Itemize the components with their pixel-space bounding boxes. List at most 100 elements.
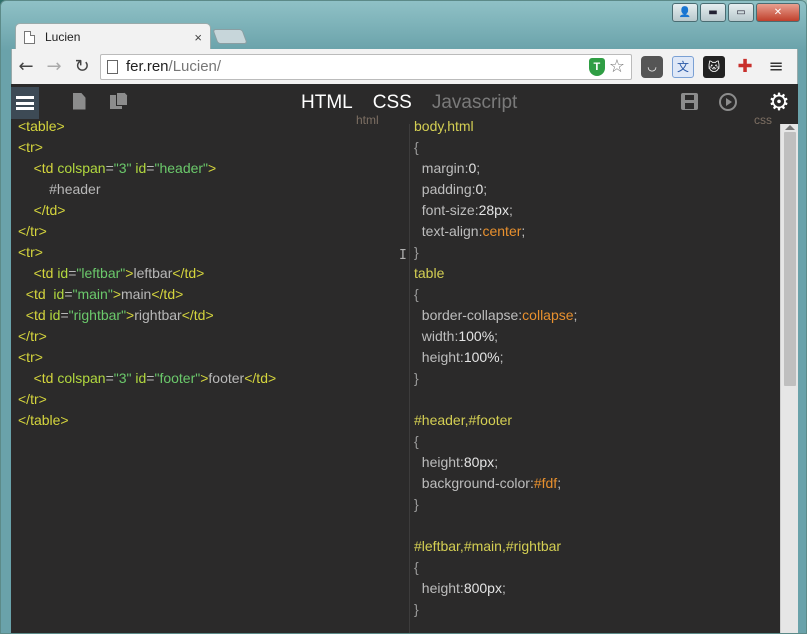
new-file-icon[interactable] bbox=[71, 92, 87, 110]
code-token: border-collapse: bbox=[414, 307, 523, 323]
minimize-button[interactable]: ▬ bbox=[700, 3, 726, 22]
window-controls: 👤 ▬ ▭ ✕ bbox=[672, 3, 800, 22]
code-token: <tr> bbox=[18, 349, 43, 365]
code-token: #leftbar,#main,#rightbar bbox=[414, 538, 562, 554]
code-editor-app: HTML CSS Javascript ⚙ html css <table> <t… bbox=[11, 84, 798, 633]
code-token: leftbar bbox=[133, 265, 173, 281]
code-token: </td> bbox=[151, 286, 184, 302]
code-token: <tr> bbox=[18, 139, 43, 155]
run-icon[interactable] bbox=[719, 93, 737, 111]
puzzle-extension-icon[interactable]: ✚ bbox=[734, 56, 756, 78]
code-line: } bbox=[414, 599, 779, 620]
code-token: </td> bbox=[244, 370, 277, 386]
menu-toggle-button[interactable] bbox=[11, 87, 39, 119]
code-line: { bbox=[414, 137, 779, 158]
code-token: width: bbox=[414, 328, 459, 344]
code-token: ; bbox=[557, 475, 562, 491]
code-line: body,html bbox=[414, 116, 779, 137]
code-token: = bbox=[60, 307, 69, 323]
css-scrollbar[interactable] bbox=[780, 124, 798, 633]
code-token: id bbox=[135, 160, 147, 176]
code-line: </td> bbox=[18, 200, 408, 221]
code-line: table bbox=[414, 263, 779, 284]
code-line: <table> bbox=[18, 116, 408, 137]
code-token: text-align: bbox=[414, 223, 483, 239]
save-icon[interactable] bbox=[680, 93, 698, 110]
code-token: </table> bbox=[18, 412, 69, 428]
code-token: = bbox=[105, 370, 114, 386]
code-line: { bbox=[414, 431, 779, 452]
css-code-editor[interactable]: body,html { margin:0; padding:0; font-siz… bbox=[414, 116, 779, 633]
user-icon[interactable]: 👤 bbox=[672, 3, 698, 22]
copy-files-icon[interactable] bbox=[109, 92, 129, 110]
code-line: padding:0; bbox=[414, 179, 779, 200]
pane-divider[interactable] bbox=[409, 124, 410, 633]
maximize-button[interactable]: ▭ bbox=[728, 3, 754, 22]
gear-icon[interactable]: ⚙ bbox=[767, 88, 791, 116]
scroll-thumb[interactable] bbox=[784, 132, 796, 386]
code-token: ; bbox=[573, 307, 578, 323]
code-token: { bbox=[414, 286, 419, 302]
code-token: "3" bbox=[113, 370, 132, 386]
code-token: "rightbar" bbox=[68, 307, 127, 323]
code-token: { bbox=[414, 433, 419, 449]
close-window-button[interactable]: ✕ bbox=[756, 3, 800, 22]
code-line: </tr> bbox=[18, 326, 408, 347]
code-line: #leftbar,#main,#rightbar bbox=[414, 536, 779, 557]
code-line: <td id="rightbar">rightbar</td> bbox=[18, 305, 408, 326]
scroll-up-arrow[interactable] bbox=[785, 125, 795, 130]
code-token: <table> bbox=[18, 118, 65, 134]
browser-menu-icon[interactable]: ≡ bbox=[765, 56, 787, 78]
forward-button[interactable]: → bbox=[40, 53, 68, 81]
code-token: main bbox=[121, 286, 152, 302]
cat-extension-icon[interactable]: 🐱 bbox=[703, 55, 725, 78]
code-token: <td bbox=[33, 265, 58, 281]
pocket-icon[interactable]: ◡ bbox=[641, 55, 663, 78]
code-token: collapse bbox=[522, 307, 574, 323]
html-code-editor[interactable]: <table> <tr> <td colspan="3" id="header">… bbox=[18, 116, 408, 633]
code-token: "leftbar" bbox=[76, 265, 126, 281]
tab-javascript[interactable]: Javascript bbox=[432, 92, 518, 114]
code-line: { bbox=[414, 284, 779, 305]
code-token: </tr> bbox=[18, 391, 47, 407]
code-token: </tr> bbox=[18, 328, 47, 344]
code-token: colspan bbox=[57, 160, 106, 176]
code-token: 800px bbox=[463, 580, 502, 596]
code-token: "main" bbox=[72, 286, 113, 302]
code-line: <td colspan="3" id="footer">footer</td> bbox=[18, 368, 408, 389]
code-token: = bbox=[64, 286, 73, 302]
code-line: <td id="main">main</td> bbox=[18, 284, 408, 305]
code-token: ; bbox=[483, 181, 488, 197]
code-token: <td bbox=[33, 160, 58, 176]
address-bar[interactable]: fer.ren /Lucien/ T ☆ bbox=[100, 53, 632, 80]
bookmark-star-icon[interactable]: ☆ bbox=[609, 56, 625, 77]
new-tab-button[interactable] bbox=[212, 29, 248, 44]
browser-toolbar: ← → ↻ fer.ren /Lucien/ T ☆ ◡ 文 🐱 ✚ ≡ bbox=[11, 49, 798, 84]
browser-tab[interactable]: Lucien × bbox=[15, 23, 211, 50]
code-line: font-size:28px; bbox=[414, 200, 779, 221]
shield-icon[interactable]: T bbox=[588, 57, 605, 76]
code-token: </td> bbox=[172, 265, 205, 281]
reload-button[interactable]: ↻ bbox=[68, 53, 96, 81]
tab-css[interactable]: CSS bbox=[373, 92, 412, 114]
back-button[interactable]: ← bbox=[12, 53, 40, 81]
code-token: padding: bbox=[414, 181, 476, 197]
page-info-icon[interactable] bbox=[107, 59, 118, 74]
code-line: <td id="leftbar">leftbar</td> bbox=[18, 263, 408, 284]
code-line: height:80px; bbox=[414, 452, 779, 473]
tab-close-icon[interactable]: × bbox=[194, 30, 202, 45]
code-token: 100% bbox=[463, 349, 500, 365]
code-token: > bbox=[112, 286, 121, 302]
tab-html[interactable]: HTML bbox=[301, 92, 353, 114]
translate-icon[interactable]: 文 bbox=[672, 55, 694, 78]
code-line: border-collapse:collapse; bbox=[414, 305, 779, 326]
code-token: 80px bbox=[463, 454, 495, 470]
code-token: #header,#footer bbox=[414, 412, 513, 428]
tab-title: Lucien bbox=[45, 30, 81, 44]
code-token: ; bbox=[499, 349, 504, 365]
code-token: > bbox=[126, 307, 135, 323]
code-token: id bbox=[53, 286, 65, 302]
code-token: background-color: bbox=[414, 475, 534, 491]
